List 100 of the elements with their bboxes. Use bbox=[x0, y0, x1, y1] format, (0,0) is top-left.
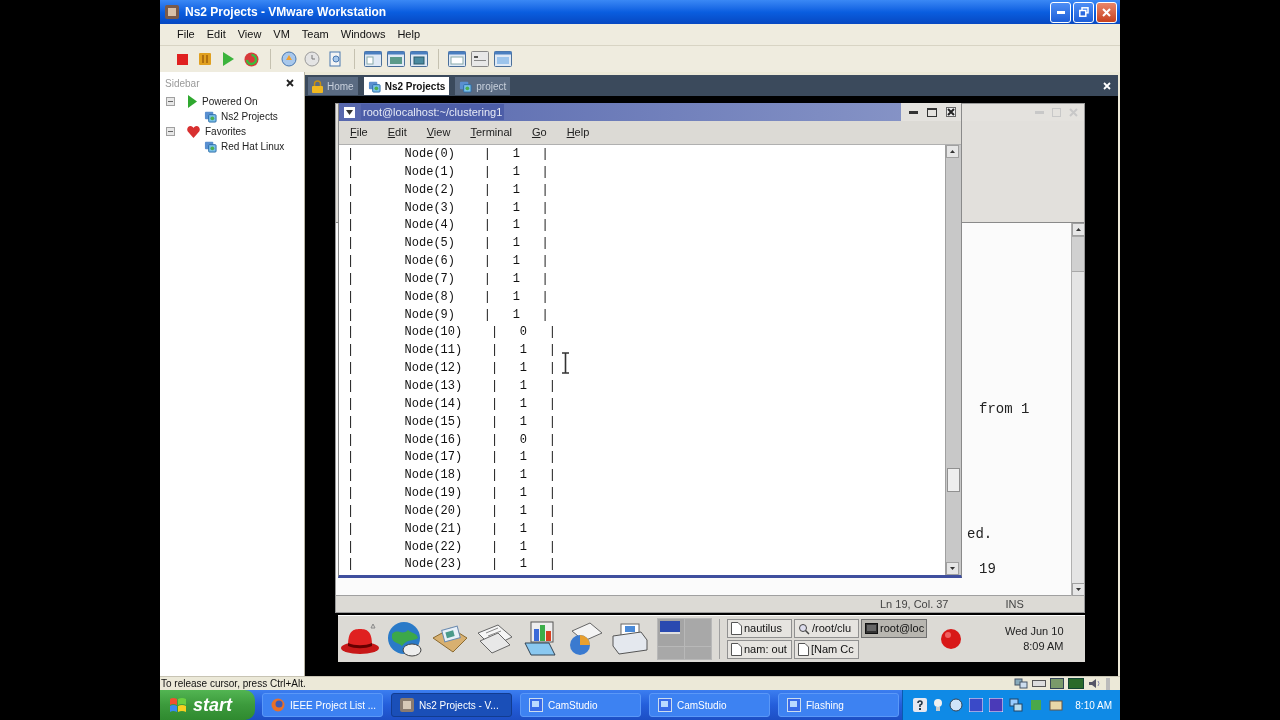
scrollbar[interactable] bbox=[945, 145, 961, 575]
minimize-icon bbox=[1056, 10, 1065, 14]
editor-text: ed. bbox=[967, 525, 993, 543]
minimize-button[interactable] bbox=[1050, 1, 1071, 23]
menu-item[interactable]: File bbox=[340, 124, 378, 141]
window-icon bbox=[364, 51, 382, 67]
heart-icon bbox=[187, 125, 200, 138]
tree-item[interactable]: Ns2 Projects bbox=[221, 110, 278, 123]
restore-button[interactable] bbox=[1073, 1, 1094, 23]
scrollbar-thumb[interactable] bbox=[1072, 236, 1084, 272]
menu-item[interactable]: View bbox=[416, 124, 461, 141]
status-dot-icon bbox=[941, 629, 961, 649]
task-button[interactable]: /root/clu bbox=[794, 619, 859, 638]
task-button[interactable]: nautilus bbox=[727, 619, 792, 638]
app-icon bbox=[787, 698, 801, 712]
scroll-up-icon[interactable] bbox=[946, 145, 959, 158]
terminal-line: | Node(21) | 1 | bbox=[347, 520, 556, 538]
snapshot-button[interactable] bbox=[278, 48, 300, 70]
drive-icon bbox=[1032, 679, 1046, 688]
document-icon bbox=[731, 622, 742, 635]
menu-item[interactable]: Help bbox=[391, 26, 426, 43]
menu-item[interactable]: Edit bbox=[200, 26, 232, 43]
quick-switch-button[interactable] bbox=[492, 48, 514, 70]
terminal-line: | Node(8) | 1 | bbox=[347, 288, 549, 306]
tab[interactable]: project bbox=[455, 77, 511, 95]
menu-item[interactable]: Windows bbox=[334, 26, 392, 43]
scrollbar[interactable] bbox=[1071, 223, 1084, 596]
taskbar-button[interactable]: CamStudio bbox=[649, 693, 770, 717]
maximize-icon[interactable] bbox=[927, 107, 937, 117]
tree-item[interactable]: Powered On bbox=[202, 95, 258, 108]
tree-item[interactable]: Favorites bbox=[205, 125, 247, 138]
scrollbar-thumb[interactable] bbox=[947, 468, 960, 492]
bulb-icon bbox=[933, 698, 944, 712]
scroll-down-icon[interactable] bbox=[946, 562, 959, 575]
window-icon bbox=[494, 51, 512, 67]
taskbar-button[interactable]: Ns2 Projects - V... bbox=[391, 693, 512, 717]
collapse-icon[interactable] bbox=[166, 97, 175, 106]
document-icon bbox=[731, 643, 742, 656]
scroll-down-icon[interactable] bbox=[1072, 583, 1085, 596]
task-button[interactable]: root@loc bbox=[861, 619, 927, 638]
network-icon bbox=[1014, 678, 1028, 689]
scroll-up-icon[interactable] bbox=[1072, 223, 1085, 236]
taskbar-button[interactable]: Flashing bbox=[778, 693, 899, 717]
console-icon bbox=[471, 51, 489, 67]
minimize-icon[interactable] bbox=[909, 110, 918, 114]
menu-item[interactable]: View bbox=[231, 26, 268, 43]
tab[interactable]: Ns2 Projects bbox=[363, 77, 450, 95]
menu-item[interactable]: Team bbox=[295, 26, 335, 43]
taskbar-button[interactable]: IEEE Project List ... bbox=[262, 693, 383, 717]
full-screen-button[interactable] bbox=[385, 48, 407, 70]
vm-screen[interactable] bbox=[305, 96, 1118, 676]
taskbar-button[interactable]: CamStudio bbox=[520, 693, 641, 717]
text-cursor-icon bbox=[561, 352, 570, 374]
workspace[interactable] bbox=[658, 619, 684, 646]
device-icon bbox=[1104, 677, 1112, 690]
terminal-icon bbox=[865, 623, 878, 634]
menu-item[interactable]: Help bbox=[556, 124, 600, 141]
terminal-line: | Node(17) | 1 | bbox=[347, 449, 556, 467]
caret-icon bbox=[346, 109, 353, 115]
window-title: Ns2 Projects - VMware Workstation bbox=[185, 4, 387, 21]
close-icon bbox=[286, 79, 294, 87]
document-icon bbox=[798, 643, 809, 656]
tray-icon bbox=[949, 698, 964, 712]
fit-window-button[interactable] bbox=[408, 48, 430, 70]
start-button[interactable]: start bbox=[160, 690, 255, 720]
tab[interactable]: Home bbox=[308, 77, 358, 95]
editor-text: 19 bbox=[979, 560, 996, 578]
view-button[interactable] bbox=[362, 48, 384, 70]
terminal-line: | Node(2) | 1 | bbox=[347, 181, 549, 199]
tray-icon bbox=[989, 698, 1004, 712]
terminal-line: | Node(10) | 0 | bbox=[347, 324, 556, 342]
menu-item[interactable]: VM bbox=[267, 26, 296, 43]
vm-icon bbox=[459, 79, 473, 93]
console-button[interactable] bbox=[469, 48, 491, 70]
menu-item[interactable]: Terminal bbox=[460, 124, 522, 141]
document-icon bbox=[327, 51, 343, 67]
tree-item[interactable]: Red Hat Linux bbox=[221, 140, 285, 153]
windows-logo-icon bbox=[169, 696, 187, 714]
documents-icon bbox=[476, 623, 514, 655]
help-icon bbox=[913, 698, 928, 712]
restore-icon bbox=[1078, 7, 1089, 17]
terminal-line: | Node(19) | 1 | bbox=[347, 485, 556, 503]
full-screen-icon bbox=[387, 51, 405, 67]
close-tab-button[interactable] bbox=[1102, 80, 1112, 91]
menu-item[interactable]: File bbox=[171, 26, 201, 43]
task-button[interactable]: nam: out bbox=[727, 640, 792, 659]
close-button[interactable] bbox=[285, 78, 295, 88]
vm-icon bbox=[204, 140, 217, 153]
snapshot-icon bbox=[281, 51, 297, 67]
menu-item[interactable]: Go bbox=[521, 124, 557, 141]
insert-mode: INS bbox=[1005, 596, 1024, 612]
summary-button[interactable] bbox=[446, 48, 468, 70]
window-menu-button[interactable] bbox=[344, 106, 355, 118]
task-button[interactable]: [Nam Cc bbox=[794, 640, 859, 659]
app-icon bbox=[529, 698, 543, 712]
close-icon[interactable] bbox=[946, 107, 956, 117]
menu-item[interactable]: Edit bbox=[377, 124, 417, 141]
collapse-icon[interactable] bbox=[166, 127, 175, 136]
vm-icon bbox=[367, 79, 381, 93]
globe-icon bbox=[386, 620, 424, 658]
